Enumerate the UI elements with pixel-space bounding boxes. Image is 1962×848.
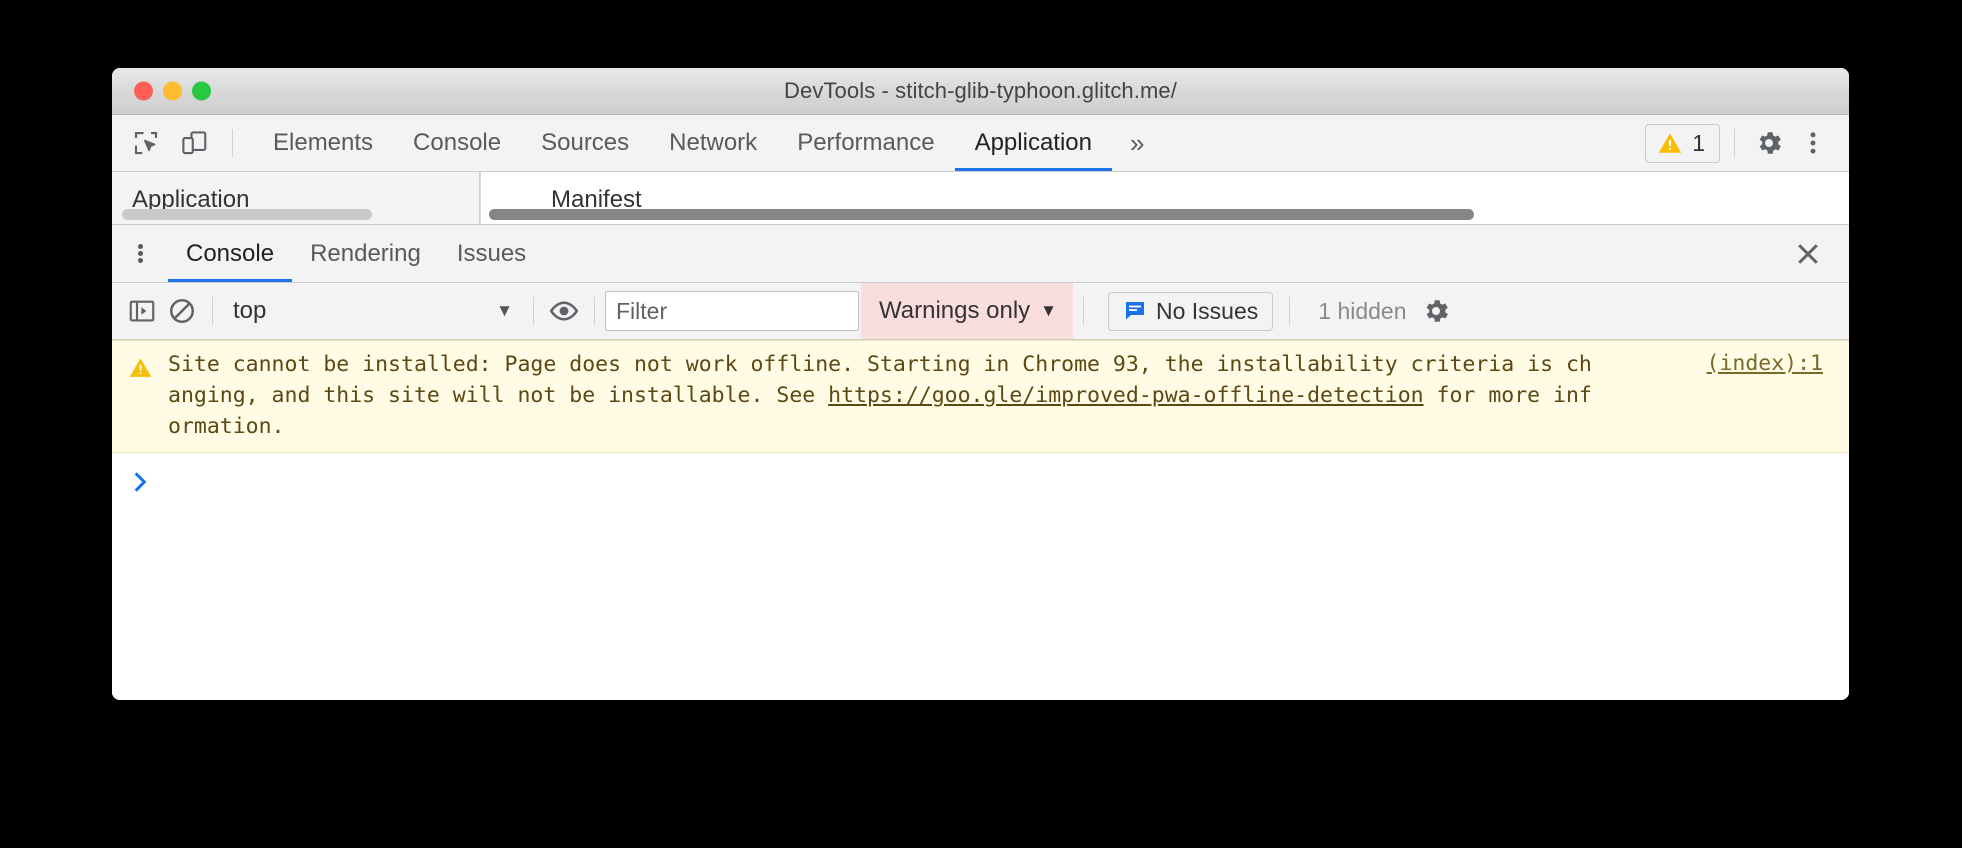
more-tabs-chevron-icon[interactable]: » [1112, 115, 1162, 171]
sidebar-horizontal-scrollbar[interactable] [122, 209, 372, 220]
gear-icon[interactable] [1749, 123, 1789, 163]
window-titlebar: DevTools - stitch-glib-typhoon.glitch.me… [112, 68, 1849, 115]
live-expression-eye-icon[interactable] [544, 291, 584, 331]
close-window-button[interactable] [134, 81, 153, 101]
application-main-area: Manifest [480, 172, 1849, 224]
warning-count-badge[interactable]: 1 [1645, 123, 1720, 163]
application-sidebar[interactable]: Application [112, 172, 480, 224]
console-toolbar: top ▼ Warnings only ▼ [112, 283, 1849, 340]
console-drawer: Console Rendering Issues top ▼ Filter Wa… [112, 225, 1849, 700]
tab-performance-label: Performance [797, 129, 935, 156]
prompt-chevron-icon [112, 467, 168, 495]
device-toolbar-icon[interactable] [174, 123, 214, 163]
console-log-level-selector[interactable]: Warnings only ▼ [861, 283, 1073, 339]
toolbar-left-icons [112, 115, 253, 171]
issues-speech-bubble-icon [1126, 302, 1144, 320]
drawer-tab-rendering-label: Rendering [310, 239, 421, 267]
warning-count: 1 [1692, 129, 1705, 156]
minimize-window-button[interactable] [163, 81, 182, 101]
drawer-close-button[interactable] [1793, 225, 1849, 282]
zoom-window-button[interactable] [192, 81, 211, 101]
console-toolbar-divider-4 [1083, 297, 1084, 325]
console-toolbar-divider-3 [594, 297, 595, 325]
tab-network-label: Network [669, 129, 758, 156]
traffic-lights [134, 81, 211, 101]
console-message-warning[interactable]: Site cannot be installed: Page does not … [112, 340, 1849, 453]
tab-sources[interactable]: Sources [521, 115, 649, 171]
message-level-icon [112, 349, 168, 442]
console-log-level-value: Warnings only [879, 297, 1031, 324]
warning-triangle-icon [129, 358, 151, 377]
console-settings-gear-icon[interactable] [1421, 296, 1451, 326]
inspect-element-icon[interactable] [126, 123, 166, 163]
drawer-tab-issues[interactable]: Issues [439, 225, 544, 282]
clear-console-icon[interactable] [162, 291, 202, 331]
drawer-tab-issues-label: Issues [456, 239, 527, 267]
window-title: DevTools - stitch-glib-typhoon.glitch.me… [784, 78, 1177, 103]
toolbar-right-icons: 1 [1645, 115, 1849, 171]
tab-console[interactable]: Console [393, 115, 521, 171]
drawer-tab-bar: Console Rendering Issues [112, 225, 1849, 283]
execution-context-selector[interactable]: top ▼ [223, 292, 523, 330]
execution-context-value: top [233, 297, 267, 324]
message-link[interactable]: https://goo.gle/improved-pwa-offline-det… [828, 383, 1423, 408]
drawer-tab-rendering[interactable]: Rendering [292, 225, 439, 282]
drawer-tab-console-label: Console [186, 239, 275, 267]
issues-status-label: No Issues [1156, 297, 1259, 324]
chevron-down-icon: ▼ [496, 301, 513, 320]
main-horizontal-scrollbar[interactable] [489, 209, 1474, 220]
tab-performance[interactable]: Performance [777, 115, 954, 171]
application-panel-peek: Application Manifest [112, 172, 1849, 225]
tab-application-label: Application [974, 129, 1092, 156]
tab-console-label: Console [413, 129, 502, 156]
chevron-down-icon: ▼ [1040, 301, 1057, 320]
warning-triangle-icon [1658, 133, 1682, 153]
tab-network[interactable]: Network [649, 115, 777, 171]
console-toolbar-divider-2 [533, 297, 534, 325]
tab-sources-label: Sources [541, 129, 630, 156]
toolbar-divider [232, 129, 233, 157]
panel-tab-list: Elements Console Sources Network Perform… [253, 115, 1162, 171]
devtools-main-toolbar: Elements Console Sources Network Perform… [112, 115, 1849, 172]
console-prompt-row[interactable] [112, 453, 1849, 495]
message-source-link[interactable]: (index):1 [1707, 351, 1824, 376]
drawer-tab-console[interactable]: Console [168, 225, 293, 282]
hidden-messages-count: 1 hidden [1318, 297, 1407, 324]
console-toolbar-divider-1 [212, 297, 213, 325]
console-sidebar-toggle-icon[interactable] [122, 291, 162, 331]
three-dot-menu-icon[interactable] [1793, 123, 1833, 163]
console-filter-input[interactable] [605, 291, 859, 331]
close-icon [1798, 243, 1818, 264]
tab-elements[interactable]: Elements [253, 115, 393, 171]
drawer-kebab-icon[interactable] [112, 225, 168, 282]
devtools-window: DevTools - stitch-glib-typhoon.glitch.me… [112, 68, 1849, 700]
issues-status-button[interactable]: No Issues [1108, 291, 1274, 331]
console-message-text: Site cannot be installed: Page does not … [168, 349, 1849, 442]
toolbar-right-divider [1734, 129, 1735, 157]
tab-elements-label: Elements [273, 129, 374, 156]
tab-application[interactable]: Application [954, 115, 1113, 171]
console-output: Site cannot be installed: Page does not … [112, 340, 1849, 700]
console-toolbar-divider-5 [1289, 297, 1291, 325]
